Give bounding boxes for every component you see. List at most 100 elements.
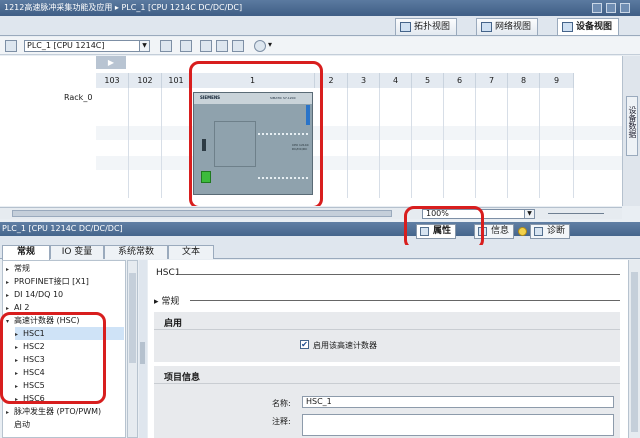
slot-header: 5 — [412, 73, 444, 88]
scroll-thumb[interactable] — [129, 273, 136, 363]
rack-slot[interactable] — [348, 88, 380, 198]
info-badge-icon — [518, 227, 527, 236]
general-group-toggle[interactable]: ▸ 常规 — [154, 294, 179, 307]
comment-field[interactable] — [302, 414, 614, 436]
comment-label: 注释: — [272, 417, 291, 426]
tree-item-label: 常规 — [14, 264, 30, 273]
network-icon — [481, 22, 492, 32]
maximize-icon[interactable] — [606, 3, 616, 13]
tab-network-view[interactable]: 网络视图 — [476, 18, 539, 35]
divider — [154, 329, 620, 330]
slot-header: 4 — [380, 73, 412, 88]
device-tree-icon[interactable] — [5, 40, 17, 52]
zoom-dropdown-icon[interactable]: ▾ — [268, 40, 274, 52]
enable-section: 启用 ✔ 启用该高速计数器 — [154, 312, 620, 362]
tree-scrollbar[interactable] — [127, 260, 138, 438]
tree-item-label: 脉冲发生器 (PTO/PWM) — [14, 407, 102, 416]
tab-io-tags[interactable]: IO 变量 — [50, 245, 104, 259]
tree-item-label: AI 2 — [14, 303, 30, 312]
tab-system-constants[interactable]: 系统常数 — [104, 245, 168, 259]
tab-general[interactable]: 常规 — [2, 245, 50, 260]
table-icon[interactable] — [232, 40, 244, 52]
highlight-box — [189, 61, 323, 206]
minimize-icon[interactable] — [592, 3, 602, 13]
slot-header: 101 — [162, 73, 191, 88]
list-icon[interactable] — [180, 40, 192, 52]
tree-item-general[interactable]: ▸ 常规 — [6, 262, 124, 275]
rack-slot[interactable] — [540, 88, 574, 198]
tab-label: 诊断 — [547, 226, 566, 236]
name-field[interactable]: HSC_1 — [302, 396, 614, 408]
window-title-bar: 1212高速脉冲采集功能及应用 ▸ PLC_1 [CPU 1214C DC/DC… — [0, 0, 640, 16]
slot-header: 6 — [444, 73, 476, 88]
rack-canvas[interactable]: ▶ 103 102 101 1 2 3 4 5 6 7 8 9 Rack_0 S… — [0, 56, 622, 206]
slot-header: 102 — [129, 73, 162, 88]
expand-arrow-icon[interactable]: ▶ — [96, 56, 126, 69]
rack-label: Rack_0 — [64, 93, 93, 102]
section-title: 启用 — [164, 319, 183, 329]
scroll-thumb[interactable] — [12, 210, 392, 217]
window-title: 1212高速脉冲采集功能及应用 ▸ PLC_1 [CPU 1214C DC/DC… — [4, 3, 243, 12]
tab-texts[interactable]: 文本 — [168, 245, 214, 259]
slot-header: 9 — [540, 73, 574, 88]
enable-hsc-label: 启用该高速计数器 — [313, 341, 377, 350]
tree-item-label: 启动 — [14, 420, 30, 429]
slot-header: 7 — [476, 73, 508, 88]
zoom-slider[interactable] — [548, 213, 604, 214]
grid-icon[interactable] — [216, 40, 228, 52]
divider — [190, 300, 620, 301]
highlight-box — [404, 206, 484, 250]
rack-slot[interactable] — [412, 88, 444, 198]
close-icon[interactable] — [620, 3, 630, 13]
view-tabs: 拓扑视图 网络视图 设备视图 — [0, 16, 640, 36]
rack-slot[interactable] — [444, 88, 476, 198]
tree-item-di-dq[interactable]: ▸ DI 14/DQ 10 — [6, 288, 124, 301]
slot-header: 8 — [508, 73, 540, 88]
tab-label: 信息 — [491, 226, 510, 236]
property-subtabs: 常规 IO 变量 系统常数 文本 — [0, 245, 640, 260]
properties-icon[interactable] — [160, 40, 172, 52]
device-select[interactable]: PLC_1 [CPU 1214C] — [24, 40, 150, 52]
device-icon — [562, 22, 573, 32]
name-label: 名称: — [272, 399, 291, 408]
horizontal-scrollbar[interactable]: 100% ▼ — [0, 207, 622, 219]
rack-slot[interactable] — [476, 88, 508, 198]
zoom-icon[interactable] — [254, 40, 266, 52]
tree-item-pulse-generator[interactable]: ▸ 脉冲发生器 (PTO/PWM) — [6, 405, 124, 418]
scroll-thumb[interactable] — [631, 272, 638, 432]
inspector-title: PLC_1 [CPU 1214C DC/DC/DC] — [2, 224, 123, 233]
slot-header: 3 — [348, 73, 380, 88]
device-data-sidebar[interactable]: 设备数据 — [622, 56, 640, 206]
property-content: HSC1 ▸ 常规 启用 ✔ 启用该高速计数器 项目信息 名称: HSC_1 注… — [148, 260, 628, 438]
enable-hsc-checkbox[interactable]: ✔ — [300, 340, 309, 349]
panel-splitter[interactable] — [139, 260, 147, 438]
rack-slot[interactable] — [96, 88, 129, 198]
tree-item-label: PROFINET接口 [X1] — [14, 277, 89, 286]
chevron-down-icon[interactable]: ▼ — [139, 40, 150, 52]
tab-device-view[interactable]: 设备视图 — [557, 18, 620, 35]
rack-slot[interactable] — [380, 88, 412, 198]
rack-slot[interactable] — [508, 88, 540, 198]
highlight-box — [0, 312, 106, 404]
rack-slot[interactable] — [162, 88, 191, 198]
device-toolbar: PLC_1 [CPU 1214C] ▼ ▾ — [0, 37, 640, 55]
tree-item-profinet[interactable]: ▸ PROFINET接口 [X1] — [6, 275, 124, 288]
slot-header: 103 — [96, 73, 129, 88]
tab-label: 网络视图 — [495, 22, 532, 32]
tab-label: 拓扑视图 — [414, 22, 451, 32]
tab-label: 设备视图 — [576, 22, 613, 32]
tree-item-startup[interactable]: 启动 — [6, 418, 124, 431]
tab-topology-view[interactable]: 拓扑视图 — [395, 18, 458, 35]
tab-diagnostics[interactable]: 诊断 — [530, 224, 571, 239]
device-data-tab-label: 设备数据 — [628, 106, 637, 138]
pen-icon[interactable] — [200, 40, 212, 52]
rack-slot[interactable] — [129, 88, 162, 198]
chevron-down-icon[interactable]: ▼ — [524, 209, 535, 219]
section-title: 项目信息 — [164, 373, 201, 383]
topology-icon — [400, 22, 411, 32]
section-heading: HSC1 — [156, 268, 181, 278]
tree-item-label: DI 14/DQ 10 — [14, 290, 64, 299]
property-scrollbar[interactable] — [628, 260, 640, 438]
splitter-grip-icon[interactable] — [140, 342, 145, 364]
project-info-section: 项目信息 名称: HSC_1 注释: — [154, 366, 620, 438]
